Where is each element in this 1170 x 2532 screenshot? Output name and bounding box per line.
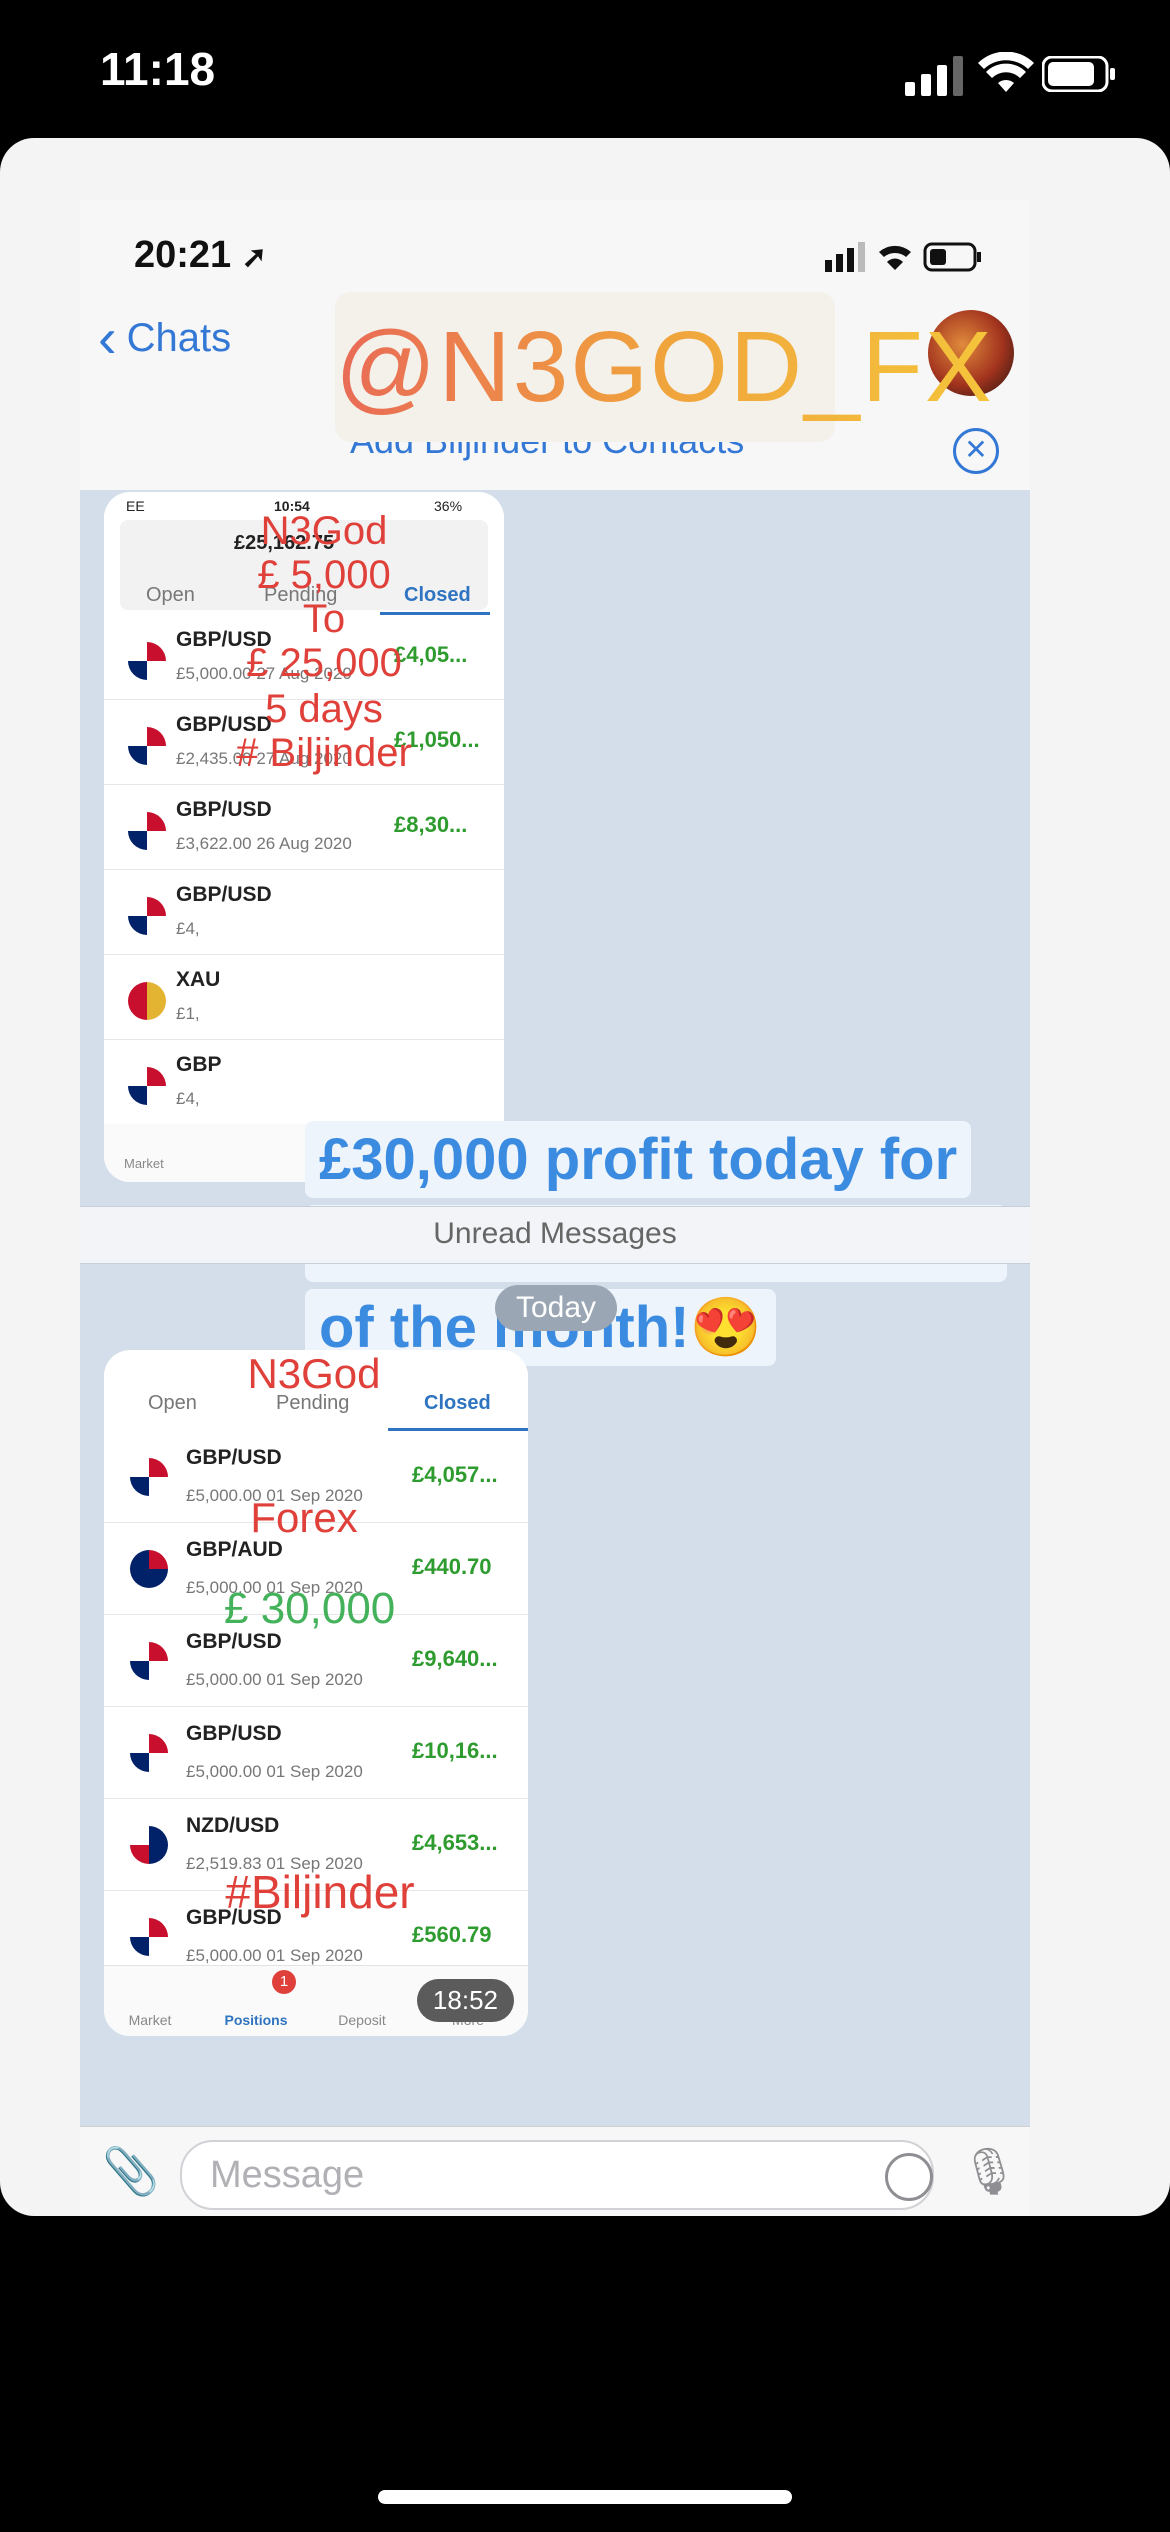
tab-closed: Closed bbox=[404, 584, 471, 606]
row-sub: £5,000.00 01 Sep 2020 bbox=[186, 1946, 363, 1965]
attach-icon[interactable]: 📎 bbox=[102, 2144, 159, 2200]
handle-sticker: @N3GOD_FX bbox=[335, 292, 992, 442]
uk-us-flag-icon bbox=[128, 812, 166, 850]
row-sub: £4, bbox=[176, 1089, 200, 1108]
row-sub: £1, bbox=[176, 1004, 200, 1023]
trade-screenshot-1[interactable]: EE 10:54 36% £25,162.75 Open Pending Clo… bbox=[104, 492, 504, 1182]
overlay-line: 5 days bbox=[265, 687, 383, 731]
nav-positions: Positions bbox=[224, 2012, 288, 2028]
shot-carrier: EE bbox=[126, 498, 145, 514]
chevron-left-icon: ‹ bbox=[98, 306, 117, 369]
overlay-line: To bbox=[302, 597, 346, 641]
trade-screenshot-2[interactable]: Open Pending Closed GBP/USD £5,000.00 01… bbox=[104, 1350, 528, 2036]
table-row: XAU £1, bbox=[104, 954, 504, 1040]
unread-divider: Unread Messages bbox=[80, 1206, 1030, 1264]
overlay-tag: #Biljinder bbox=[225, 1866, 415, 1918]
message-placeholder: Message bbox=[210, 2154, 365, 2196]
overlay-line: N3God bbox=[260, 509, 388, 553]
row-sub: £4, bbox=[176, 919, 200, 938]
handle-text: @N3GOD_FX bbox=[335, 311, 994, 423]
wifi-icon bbox=[978, 52, 1034, 92]
uk-us-flag-icon bbox=[130, 1918, 168, 1956]
back-button[interactable]: ‹ Chats bbox=[98, 310, 231, 366]
cellular-signal-icon bbox=[905, 56, 963, 96]
overlay-line: £ 25,000 bbox=[246, 641, 402, 685]
microphone-icon[interactable]: 🎙 bbox=[960, 2144, 1018, 2200]
shot-battery: 36% bbox=[434, 498, 463, 514]
message-time: 18:52 bbox=[416, 1979, 514, 2022]
close-icon[interactable]: ✕ bbox=[953, 428, 999, 474]
overlay-title: N3God bbox=[247, 1350, 381, 1397]
unread-label: Unread Messages bbox=[433, 1217, 677, 1250]
overlay-forex: Forex bbox=[250, 1494, 358, 1541]
row-pnl: £8,30... bbox=[394, 812, 468, 837]
nav-market: Market bbox=[128, 2012, 172, 2028]
navigation-bar: 20:21 ➚ ‹ Chats Add Biljinder to Contact… bbox=[80, 200, 1030, 491]
tab-open: Open bbox=[146, 584, 195, 606]
sticker-icon[interactable] bbox=[885, 2153, 933, 2201]
tab-open: Open bbox=[148, 1392, 197, 1414]
tab-closed: Closed bbox=[424, 1392, 491, 1414]
row-pair: GBP/USD bbox=[186, 1722, 282, 1745]
row-pair: GBP/USD bbox=[176, 883, 272, 906]
gold-flag-icon bbox=[128, 982, 166, 1020]
row-pnl: £560.79 bbox=[412, 1922, 492, 1947]
row-pair: GBP/USD bbox=[186, 1446, 282, 1469]
overlay-line: # Biljinder bbox=[236, 731, 412, 775]
row-pnl: £9,640... bbox=[412, 1646, 498, 1671]
home-indicator[interactable] bbox=[378, 2490, 792, 2504]
overlay-amount: £ 30,000 bbox=[224, 1584, 396, 1633]
table-row: GBP/USD £3,622.00 26 Aug 2020 £8,30... bbox=[104, 784, 504, 870]
row-pair: GBP bbox=[176, 1053, 222, 1076]
shot-market-label: Market bbox=[124, 1156, 164, 1171]
row-sub: £5,000.00 01 Sep 2020 bbox=[186, 1670, 363, 1689]
telegram-screenshot: 20:21 ➚ ‹ Chats Add Biljinder to Contact… bbox=[80, 200, 1030, 2216]
story-card: 20:21 ➚ ‹ Chats Add Biljinder to Contact… bbox=[0, 138, 1170, 2216]
uk-us-flag-icon bbox=[128, 1067, 166, 1105]
inner-status-time: 20:21 ➚ bbox=[134, 234, 267, 276]
inner-status-icons bbox=[825, 242, 981, 272]
row-pair: NZD/USD bbox=[186, 1814, 280, 1837]
uk-us-flag-icon bbox=[128, 642, 166, 680]
battery-icon bbox=[1042, 56, 1115, 92]
uk-us-flag-icon bbox=[130, 1734, 168, 1772]
date-chip: Today bbox=[495, 1285, 617, 1331]
uk-us-flag-icon bbox=[130, 1642, 168, 1680]
row-sub: £5,000.00 01 Sep 2020 bbox=[186, 1762, 363, 1781]
row-pnl: £440.70 bbox=[412, 1554, 492, 1579]
positions-badge: 1 bbox=[272, 1970, 296, 1994]
row-pnl: £4,057... bbox=[412, 1462, 498, 1487]
table-row: GBP/USD £5,000.00 01 Sep 2020 £10,16... bbox=[104, 1706, 528, 1799]
uk-us-flag-icon bbox=[128, 897, 166, 935]
uk-us-flag-icon bbox=[130, 1458, 168, 1496]
row-pair: XAU bbox=[176, 968, 221, 991]
uk-au-flag-icon bbox=[130, 1550, 168, 1588]
row-pnl: £4,653... bbox=[412, 1830, 498, 1855]
back-label: Chats bbox=[126, 315, 232, 360]
os-status-time: 11:18 bbox=[100, 43, 216, 95]
table-row: GBP £4, bbox=[104, 1039, 504, 1125]
message-input[interactable]: Message bbox=[180, 2140, 934, 2210]
row-sub: £3,622.00 26 Aug 2020 bbox=[176, 834, 352, 853]
table-row: GBP/USD £4, bbox=[104, 869, 504, 955]
nav-deposit: Deposit bbox=[338, 2012, 386, 2028]
overlay-line: £ 5,000 bbox=[257, 553, 391, 597]
row-pnl: £10,16... bbox=[412, 1738, 498, 1763]
nz-us-flag-icon bbox=[130, 1826, 168, 1864]
row-pair: GBP/AUD bbox=[186, 1538, 283, 1561]
row-pair: GBP/USD bbox=[176, 798, 272, 821]
uk-us-flag-icon bbox=[128, 727, 166, 765]
